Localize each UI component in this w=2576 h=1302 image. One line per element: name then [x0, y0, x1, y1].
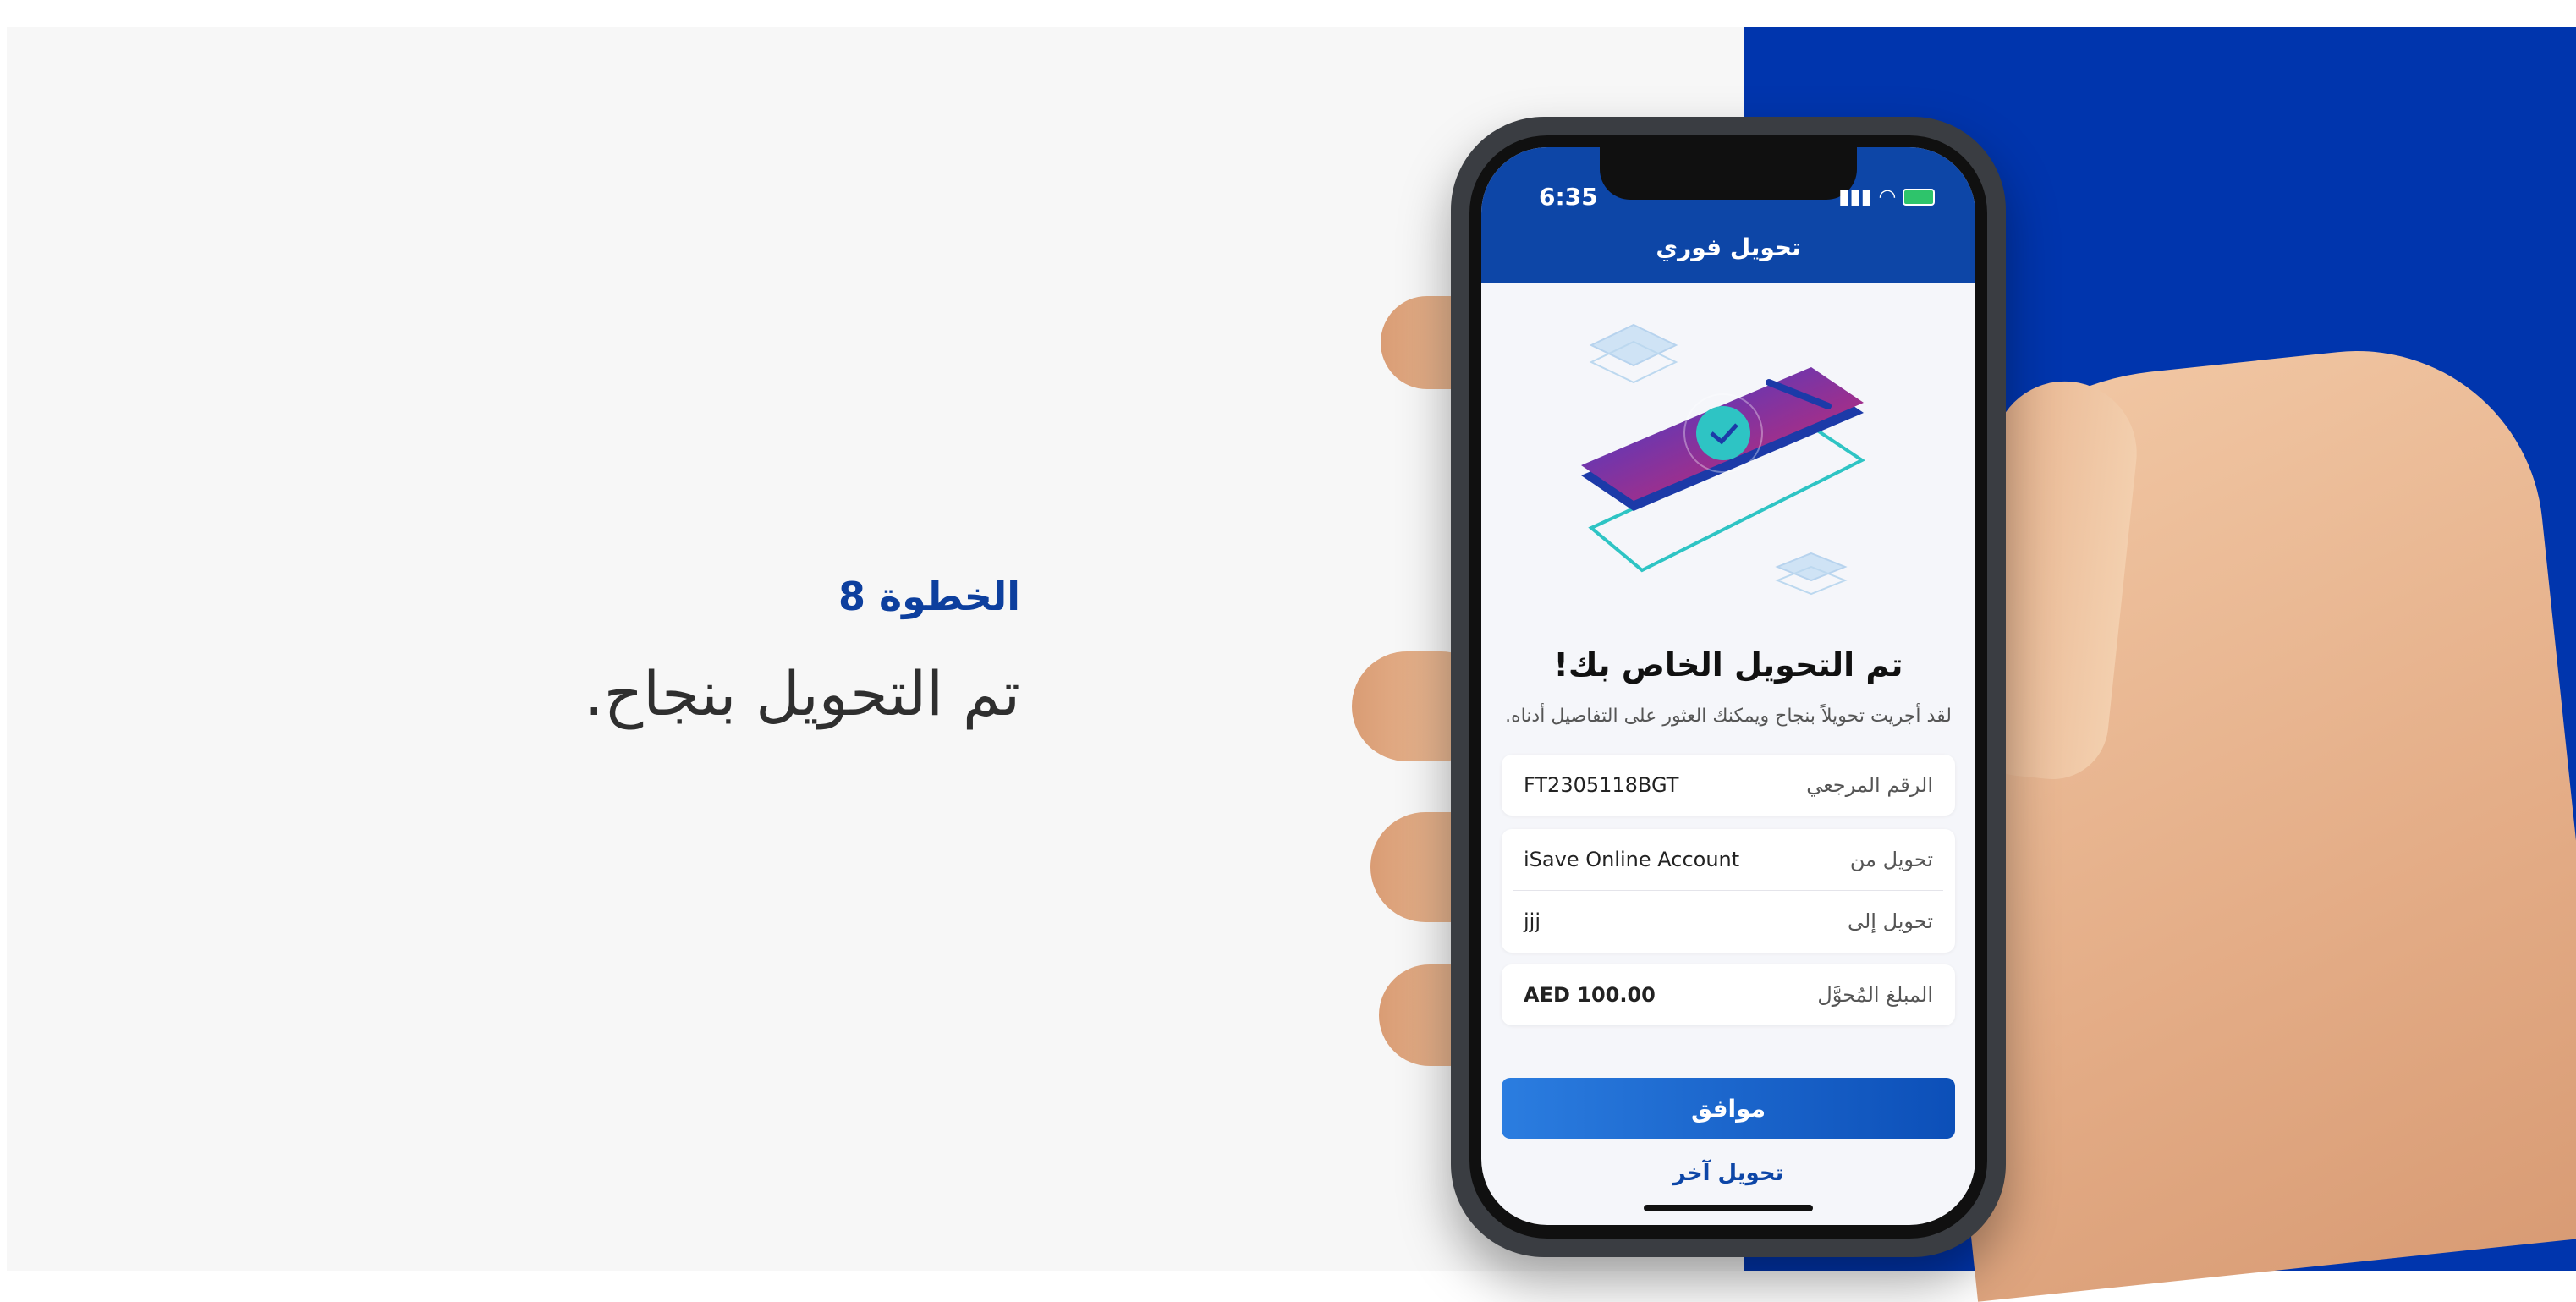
success-title: تم التحويل الخاص بك!: [1553, 646, 1903, 684]
layers-icon-bottom: [1775, 552, 1848, 596]
phone-screen: 6:35 ▮▮▮ ◠ تحويل فوري تم التحويل الخاص ب…: [1481, 147, 1975, 1225]
checkmark-icon: [1696, 406, 1750, 460]
amount-value: AED 100.00: [1524, 983, 1656, 1007]
success-subtitle: لقد أجريت تحويلاً بنجاح ويمكنك العثور عل…: [1505, 706, 1952, 727]
another-transfer-link[interactable]: تحويل آخر: [1481, 1161, 1975, 1186]
app-header: 6:35 ▮▮▮ ◠ تحويل فوري: [1481, 147, 1975, 283]
ok-button[interactable]: موافق: [1502, 1078, 1955, 1139]
reference-card: FT2305118BGT الرقم المرجعي: [1502, 755, 1955, 816]
nav-title: تحويل فوري: [1656, 233, 1801, 261]
signal-icon: ▮▮▮: [1838, 184, 1872, 208]
transfer-from-row: iSave Online Account تحويل من: [1502, 829, 1955, 890]
transfer-from-label: تحويل من: [1849, 848, 1933, 871]
phone-notch: [1600, 147, 1857, 200]
transfer-to-label: تحويل إلى: [1847, 909, 1933, 933]
step-label: الخطوة 8: [838, 574, 1020, 619]
layers-icon-top: [1589, 323, 1678, 384]
transfer-from-value: iSave Online Account: [1524, 848, 1740, 871]
phone-device: 6:35 ▮▮▮ ◠ تحويل فوري تم التحويل الخاص ب…: [1451, 117, 2006, 1257]
amount-card: AED 100.00 المبلغ المُحوَّل: [1502, 964, 1955, 1025]
transfer-to-row: jjj تحويل إلى: [1502, 891, 1955, 952]
amount-label: المبلغ المُحوَّل: [1817, 983, 1933, 1007]
reference-value: FT2305118BGT: [1524, 773, 1679, 797]
transfer-card: iSave Online Account تحويل من jjj تحويل …: [1502, 829, 1955, 953]
wifi-icon: ◠: [1878, 184, 1903, 208]
step-heading: تم التحويل بنجاح.: [584, 658, 1020, 729]
battery-icon: [1903, 189, 1935, 206]
reference-row: FT2305118BGT الرقم المرجعي: [1502, 755, 1955, 816]
reference-label: الرقم المرجعي: [1806, 773, 1933, 797]
success-illustration: [1581, 323, 1865, 596]
status-icons: ▮▮▮ ◠: [1838, 184, 1935, 208]
amount-row: AED 100.00 المبلغ المُحوَّل: [1502, 964, 1955, 1025]
home-indicator: [1644, 1205, 1813, 1211]
transfer-to-value: jjj: [1524, 909, 1541, 933]
status-time: 6:35: [1539, 183, 1598, 211]
